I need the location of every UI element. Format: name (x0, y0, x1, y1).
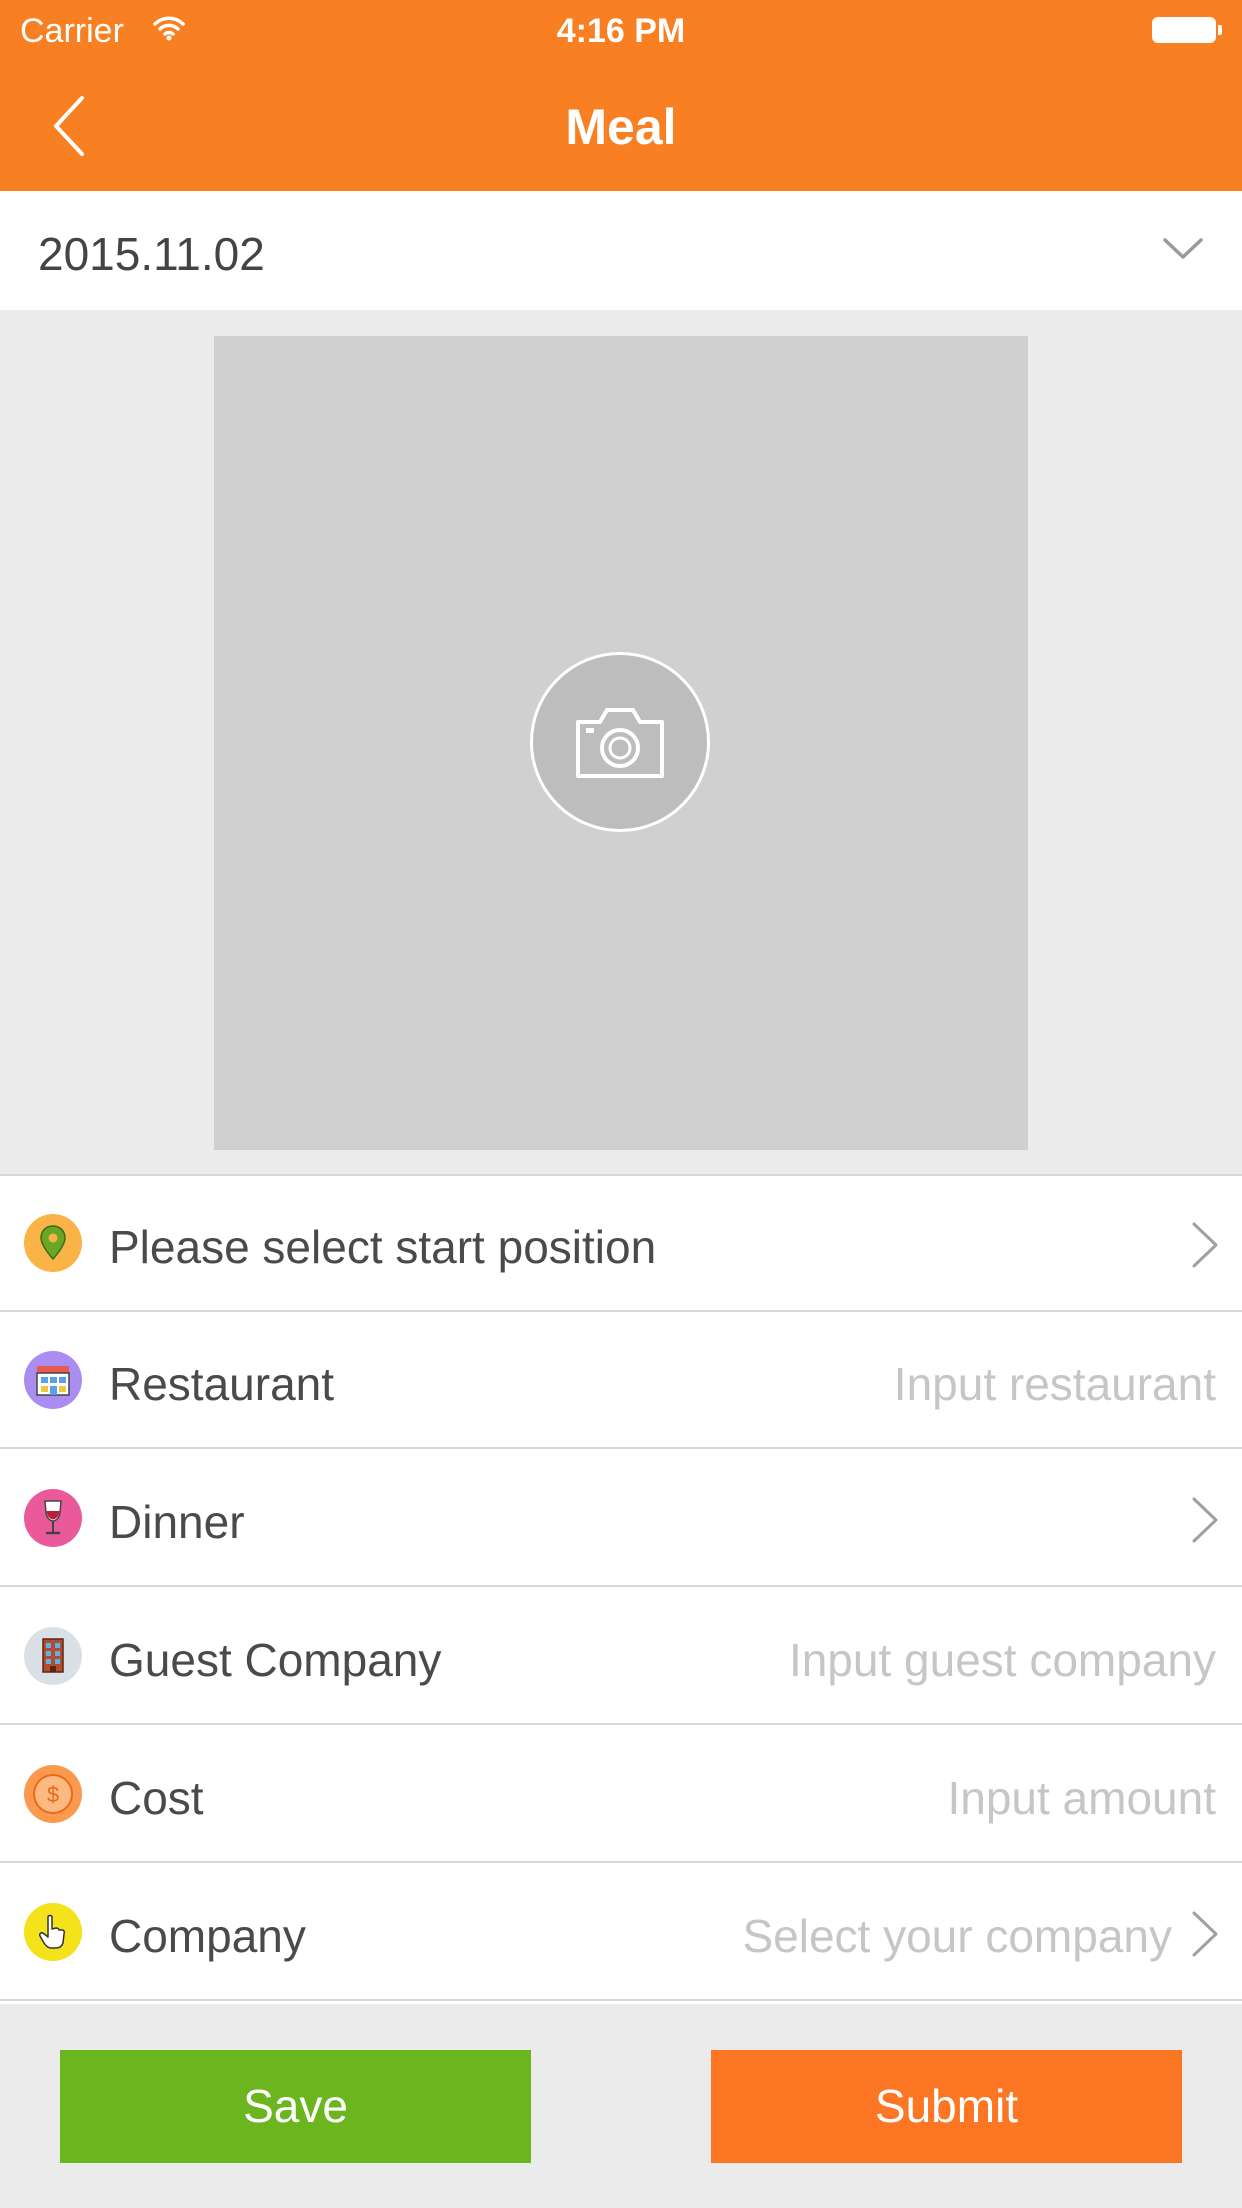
start-position-label: Please select start position (109, 1221, 657, 1273)
location-pin-icon (24, 1214, 82, 1272)
guest-company-label: Guest Company (109, 1634, 442, 1686)
battery-tip (1218, 25, 1222, 35)
save-button[interactable]: Save (60, 2050, 531, 2163)
svg-text:$: $ (47, 1782, 59, 1807)
restaurant-input[interactable]: Input restaurant (894, 1357, 1216, 1411)
form-list: Please select start position Restaurant … (0, 1174, 1242, 2004)
meal-type-label: Dinner (109, 1496, 245, 1548)
cost-row: $ Cost Input amount (0, 1727, 1242, 1863)
status-bar: Carrier 4:16 PM (0, 0, 1242, 60)
battery-icon (1152, 17, 1216, 43)
company-label: Company (109, 1910, 306, 1962)
submit-button[interactable]: Submit (711, 2050, 1182, 2163)
chevron-right-icon (1190, 1909, 1220, 1964)
dollar-icon: $ (24, 1765, 82, 1823)
nav-bar: Meal (0, 60, 1242, 191)
chevron-right-icon (1190, 1220, 1220, 1275)
hand-pointer-icon (24, 1903, 82, 1961)
cost-input[interactable]: Input amount (947, 1771, 1216, 1825)
page-title: Meal (565, 99, 677, 155)
chevron-right-icon (1190, 1495, 1220, 1550)
company-row[interactable]: Company Select your company (0, 1865, 1242, 2001)
header: Carrier 4:16 PM Meal (0, 0, 1242, 191)
meal-type-row[interactable]: Dinner (0, 1451, 1242, 1587)
restaurant-icon (24, 1351, 82, 1409)
guest-company-input[interactable]: Input guest company (789, 1633, 1216, 1687)
chevron-down-icon (1162, 236, 1204, 267)
wine-glass-icon (24, 1489, 82, 1547)
status-time: 4:16 PM (556, 12, 686, 50)
camera-button[interactable] (530, 652, 710, 832)
date-picker[interactable]: 2015.11.02 (0, 191, 1242, 310)
restaurant-label: Restaurant (109, 1358, 335, 1410)
restaurant-row: Restaurant Input restaurant (0, 1313, 1242, 1449)
photo-upload-area[interactable] (214, 336, 1028, 1150)
start-position-row[interactable]: Please select start position (0, 1176, 1242, 1312)
camera-icon (576, 708, 664, 778)
company-select[interactable]: Select your company (742, 1909, 1172, 1963)
guest-company-row: Guest Company Input guest company (0, 1589, 1242, 1725)
date-value: 2015.11.02 (38, 228, 265, 280)
building-icon (24, 1627, 82, 1685)
cost-label: Cost (109, 1772, 204, 1824)
